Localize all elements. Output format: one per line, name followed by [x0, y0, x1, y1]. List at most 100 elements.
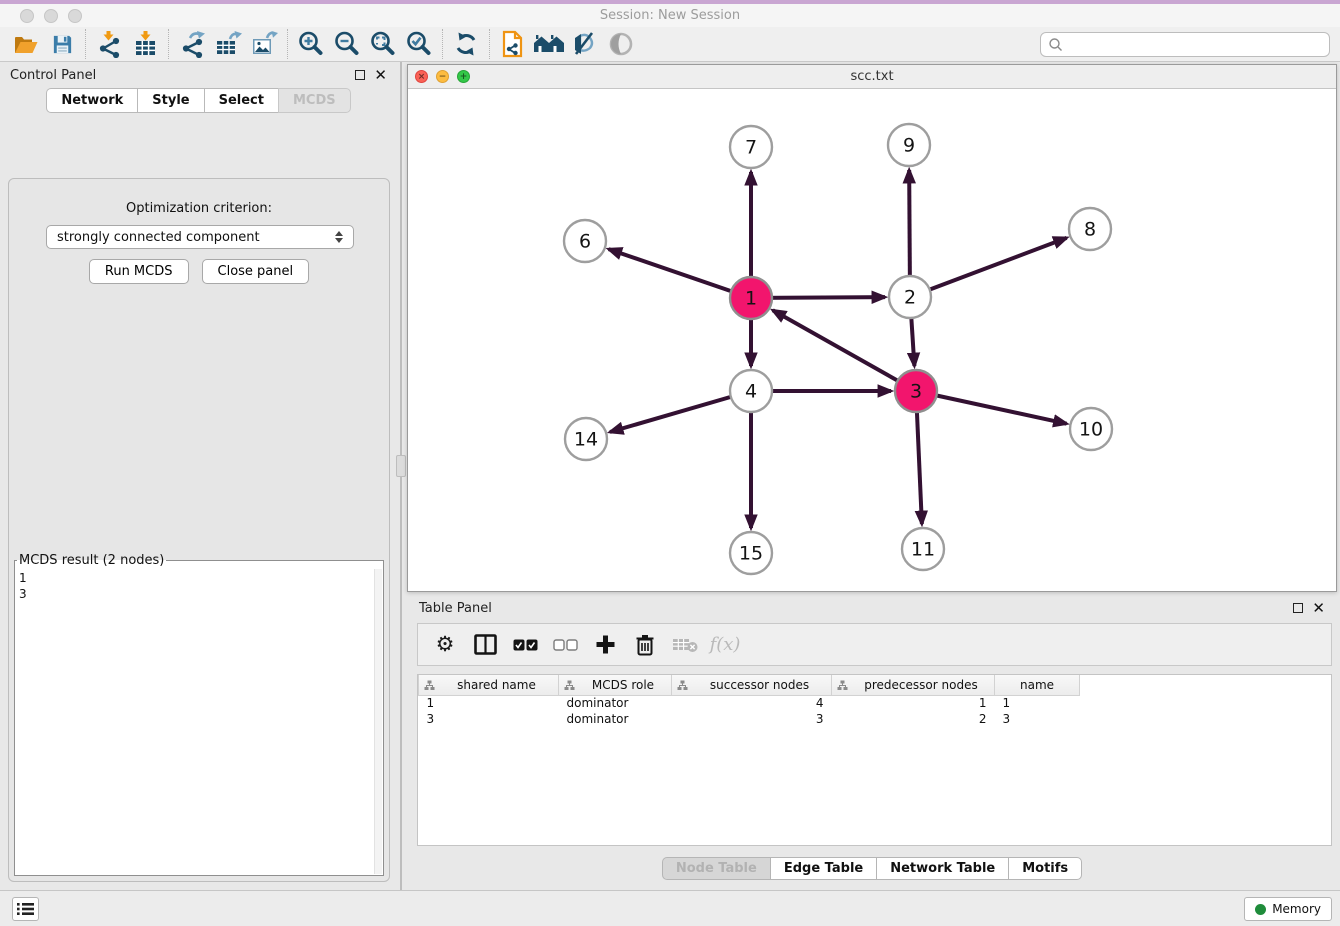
- table-cell[interactable]: 3: [995, 711, 1080, 727]
- export-network-icon[interactable]: [174, 28, 210, 60]
- tab-select[interactable]: Select: [204, 88, 278, 113]
- mcds-result-line: 3: [19, 586, 379, 602]
- table-row[interactable]: 3dominator323: [419, 711, 1332, 727]
- add-row-icon[interactable]: [592, 630, 618, 660]
- hide-details-icon[interactable]: [567, 28, 603, 60]
- app-titlebar: Session: New Session: [0, 4, 1340, 27]
- tab-motifs[interactable]: Motifs: [1008, 857, 1082, 880]
- table-panel: Table Panel ✕ ⚙ f(x) share: [407, 595, 1337, 888]
- node-table: shared name MCDS role successor nodes pr…: [417, 674, 1332, 846]
- header-filler: [1080, 675, 1332, 695]
- network-window-titlebar[interactable]: × − + scc.txt: [408, 65, 1336, 89]
- search-field[interactable]: [1040, 32, 1330, 57]
- control-panel-title: Control Panel: [10, 68, 96, 83]
- graph-node-label-7: 7: [745, 137, 757, 159]
- table-header-row: shared name MCDS role successor nodes pr…: [419, 675, 1332, 695]
- toggle-bird-view-icon[interactable]: [603, 28, 639, 60]
- run-mcds-button[interactable]: Run MCDS: [89, 259, 189, 284]
- column-header-mcds-role[interactable]: MCDS role: [559, 675, 672, 695]
- main-toolbar: [0, 27, 1340, 62]
- search-input[interactable]: [1064, 35, 1329, 55]
- table-cell[interactable]: 3: [419, 711, 559, 727]
- window-title: Session: New Session: [0, 8, 1340, 23]
- mcds-result-group: MCDS result (2 nodes) 1 3: [14, 553, 384, 876]
- unselect-all-rows-icon[interactable]: [552, 630, 578, 660]
- column-header-name[interactable]: name: [995, 675, 1080, 695]
- graph-edge-3-10[interactable]: [916, 391, 1067, 424]
- float-panel-icon[interactable]: [355, 70, 365, 80]
- tab-network[interactable]: Network: [46, 88, 137, 113]
- close-table-panel-icon[interactable]: ✕: [1312, 601, 1325, 616]
- criterion-select[interactable]: strongly connected component: [46, 225, 354, 249]
- memory-button[interactable]: Memory: [1244, 897, 1332, 921]
- task-history-button[interactable]: [12, 897, 39, 921]
- column-header-shared-name[interactable]: shared name: [419, 675, 559, 695]
- graph-edge-1-6[interactable]: [609, 249, 751, 298]
- search-icon: [1048, 37, 1064, 53]
- network-file-icon[interactable]: [495, 28, 531, 60]
- table-cell[interactable]: 4: [672, 695, 832, 711]
- status-bar: Memory: [0, 890, 1340, 926]
- function-builder-icon[interactable]: f(x): [712, 630, 738, 660]
- tab-node-table[interactable]: Node Table: [662, 857, 770, 880]
- table-cell[interactable]: 2: [832, 711, 995, 727]
- toolbar-separator: [287, 29, 288, 59]
- tab-edge-table[interactable]: Edge Table: [770, 857, 876, 880]
- graph-node-label-8: 8: [1084, 219, 1096, 241]
- select-all-rows-icon[interactable]: [512, 630, 538, 660]
- table-cell-filler: [1080, 711, 1332, 727]
- graph-node-label-4: 4: [745, 381, 757, 403]
- mcds-result-textarea[interactable]: 1 3: [15, 568, 383, 875]
- graph-node-label-2: 2: [904, 287, 916, 309]
- mcds-result-line: 1: [19, 570, 379, 586]
- tab-network-table[interactable]: Network Table: [876, 857, 1008, 880]
- delete-table-icon[interactable]: [672, 630, 698, 660]
- show-column-panel-icon[interactable]: [472, 630, 498, 660]
- table-cell[interactable]: 1: [419, 695, 559, 711]
- result-scrollbar[interactable]: [374, 569, 382, 874]
- network-canvas[interactable]: 7968124314101511: [408, 89, 1336, 591]
- splitter-grip[interactable]: [396, 455, 406, 477]
- graph-node-label-15: 15: [739, 543, 763, 565]
- table-panel-header: Table Panel ✕: [407, 595, 1337, 621]
- tab-mcds[interactable]: MCDS: [278, 88, 351, 113]
- toolbar-separator: [489, 29, 490, 59]
- import-network-icon[interactable]: [91, 28, 127, 60]
- network-window: × − + scc.txt 7968124314101511: [407, 64, 1337, 592]
- tab-style[interactable]: Style: [137, 88, 203, 113]
- toolbar-separator: [168, 29, 169, 59]
- network-window-title: scc.txt: [408, 69, 1336, 84]
- refresh-layout-icon[interactable]: [448, 28, 484, 60]
- column-header-successor-nodes[interactable]: successor nodes: [672, 675, 832, 695]
- delete-row-icon[interactable]: [632, 630, 658, 660]
- table-row[interactable]: 1dominator411: [419, 695, 1332, 711]
- graph-edge-2-8[interactable]: [910, 238, 1067, 297]
- toolbar-separator: [442, 29, 443, 59]
- close-panel-icon[interactable]: ✕: [374, 68, 387, 83]
- table-cell[interactable]: dominator: [559, 711, 672, 727]
- export-image-icon[interactable]: [246, 28, 282, 60]
- graph-node-label-6: 6: [579, 231, 591, 253]
- graph-node-label-1: 1: [745, 288, 757, 310]
- close-panel-button[interactable]: Close panel: [202, 259, 310, 284]
- table-cell[interactable]: 3: [672, 711, 832, 727]
- graph-node-label-10: 10: [1079, 419, 1103, 441]
- column-header-predecessor-nodes[interactable]: predecessor nodes: [832, 675, 995, 695]
- graph-node-label-3: 3: [910, 381, 922, 403]
- float-table-panel-icon[interactable]: [1293, 603, 1303, 613]
- table-cell[interactable]: 1: [995, 695, 1080, 711]
- table-cell[interactable]: dominator: [559, 695, 672, 711]
- table-cell-filler: [1080, 695, 1332, 711]
- import-table-icon[interactable]: [127, 28, 163, 60]
- table-cell[interactable]: 1: [832, 695, 995, 711]
- zoom-in-icon[interactable]: [293, 28, 329, 60]
- table-options-icon[interactable]: ⚙: [432, 630, 458, 660]
- zoom-selected-icon[interactable]: [401, 28, 437, 60]
- zoom-out-icon[interactable]: [329, 28, 365, 60]
- open-session-icon[interactable]: [8, 28, 44, 60]
- hide-panels-icon[interactable]: [531, 28, 567, 60]
- zoom-fit-icon[interactable]: [365, 28, 401, 60]
- graph-edge-3-1[interactable]: [773, 310, 916, 391]
- export-table-icon[interactable]: [210, 28, 246, 60]
- save-session-icon[interactable]: [44, 28, 80, 60]
